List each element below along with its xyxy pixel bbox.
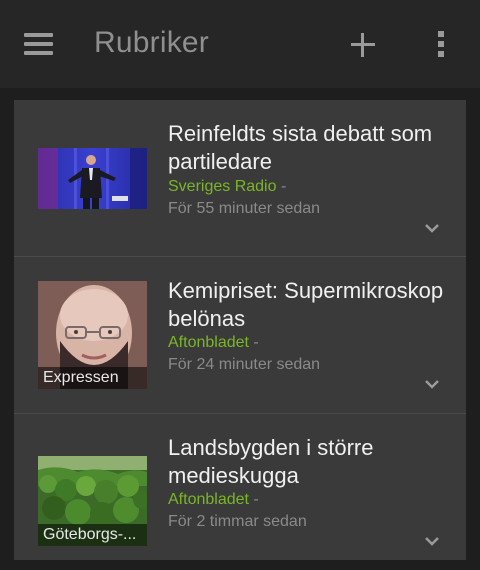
news-thumbnail: Expressen — [38, 281, 147, 389]
source-separator: - — [253, 491, 259, 508]
chevron-down-icon[interactable] — [424, 223, 440, 233]
news-timestamp: För 2 timmar sedan — [168, 513, 307, 530]
page-title: Rubriker — [94, 26, 209, 59]
news-thumbnail: Göteborgs-... — [38, 456, 147, 546]
news-headline: Reinfeldts sista debatt som partiledare — [168, 121, 433, 174]
app-bar: Rubriker — [0, 0, 480, 88]
source-name: Sveriges Radio — [168, 178, 277, 195]
thumbnail-source-label: Göteborgs-... — [38, 524, 147, 546]
plus-icon[interactable] — [351, 33, 375, 57]
news-source: Sveriges Radio - — [168, 178, 286, 196]
news-card[interactable]: Reinfeldts sista debatt som partiledare … — [14, 100, 466, 257]
source-separator: - — [280, 178, 287, 195]
news-timestamp: För 24 minuter sedan — [168, 356, 321, 373]
thumbnail-source-label: Expressen — [38, 367, 147, 389]
news-card[interactable]: Göteborgs-... Landsbygden i större medie… — [14, 414, 466, 570]
news-source: Aftonbladet - — [168, 491, 259, 509]
source-name: Aftonbladet — [168, 491, 249, 508]
news-list: Reinfeldts sista debatt som partiledare … — [14, 100, 466, 560]
hamburger-menu-icon[interactable] — [24, 33, 54, 55]
source-name: Aftonbladet — [168, 334, 249, 351]
chevron-down-icon[interactable] — [424, 536, 440, 546]
chevron-down-icon[interactable] — [424, 379, 440, 389]
news-headline: Kemipriset: Supermikroskop belönas — [168, 278, 444, 331]
news-thumbnail — [38, 148, 147, 209]
news-headline: Landsbygden i större medieskugga — [168, 435, 374, 488]
news-card[interactable]: Expressen Kemipriset: Supermikroskop bel… — [14, 257, 466, 414]
overflow-menu-icon[interactable] — [436, 31, 446, 57]
source-separator: - — [253, 334, 259, 351]
news-source: Aftonbladet - — [168, 334, 259, 352]
news-timestamp: För 55 minuter sedan — [168, 200, 321, 217]
